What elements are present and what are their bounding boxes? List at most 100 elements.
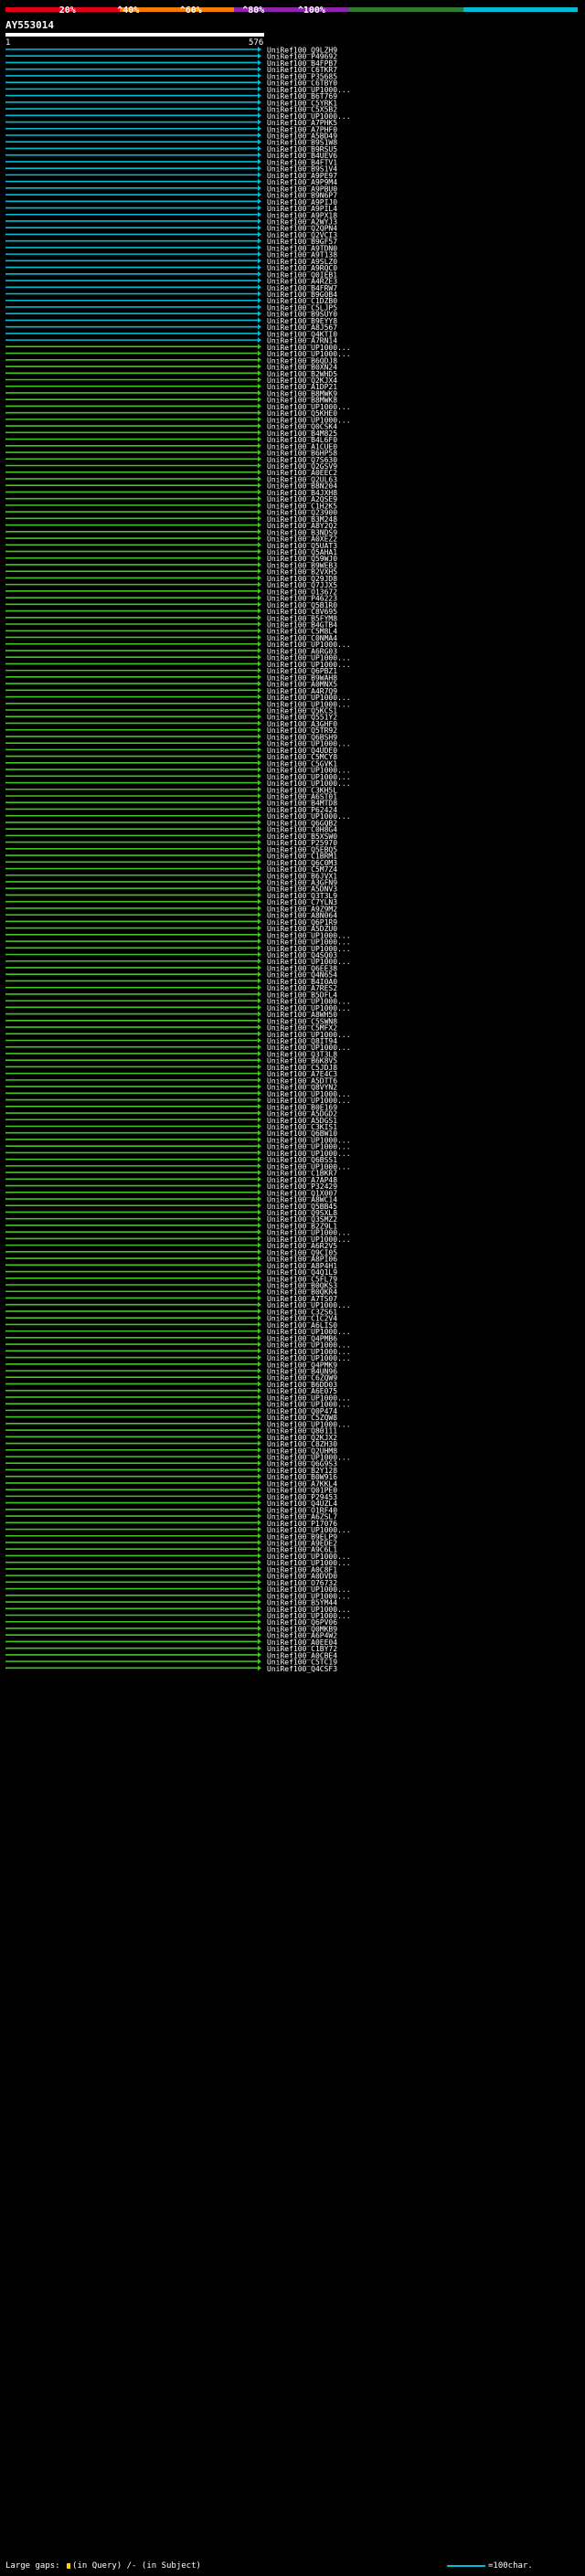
- hit-arrow: [258, 984, 261, 991]
- hit-arrow: [258, 1434, 261, 1440]
- hit-arrow: [258, 337, 261, 344]
- hit-arrow: [258, 383, 261, 389]
- hit-arrow: [258, 634, 261, 641]
- footer-legend: Large gaps: (in Query) /- (in Subject): [5, 2561, 201, 2571]
- hit-arrow: [258, 971, 261, 978]
- hit-arrow: [258, 581, 261, 588]
- hit-arrow: [258, 707, 261, 713]
- hit-arrow: [258, 462, 261, 469]
- hit-arrow: [258, 1209, 261, 1215]
- hit-arrow: [258, 1050, 261, 1056]
- hit-arrow: [258, 436, 261, 442]
- alignment-plot: UniRef100_Q9LZH9UniRef100_P49692UniRef10…: [5, 47, 351, 1673]
- hit-arrow: [258, 759, 261, 766]
- hit-label[interactable]: UniRef100_Q4CSF3: [267, 1665, 337, 1673]
- hit-arrow: [258, 317, 261, 323]
- hit-arrow: [258, 753, 261, 759]
- hit-arrow: [258, 1044, 261, 1050]
- hit-arrow: [258, 621, 261, 628]
- hit-arrow: [258, 106, 261, 112]
- hit-arrow: [258, 225, 261, 231]
- hit-arrow: [258, 1097, 261, 1103]
- hit-arrow: [258, 409, 261, 416]
- hit-arrow: [258, 1659, 261, 1665]
- hit-arrow: [258, 568, 261, 575]
- hit-arrow: [258, 1084, 261, 1090]
- hit-arrow: [258, 853, 261, 859]
- hit-arrow: [258, 1394, 261, 1400]
- hit-arrow: [258, 806, 261, 812]
- hit-arrow: [258, 1182, 261, 1189]
- hit-arrow: [258, 747, 261, 753]
- hit-arrow: [258, 1308, 261, 1314]
- hit-arrow: [258, 1143, 261, 1150]
- hit-arrow: [258, 561, 261, 567]
- hit-arrow: [258, 495, 261, 502]
- hit-arrow: [258, 258, 261, 264]
- hit-arrow: [258, 614, 261, 620]
- hit-arrow: [258, 786, 261, 792]
- hit-arrow: [258, 350, 261, 356]
- hit-arrow: [258, 714, 261, 720]
- hit-arrow: [258, 779, 261, 786]
- hit-arrow: [258, 667, 261, 673]
- hit-arrow: [258, 1401, 261, 1407]
- hit-arrow: [258, 892, 261, 898]
- hit-arrow: [258, 1493, 261, 1500]
- hit-arrow: [258, 528, 261, 535]
- hit-arrow: [258, 1559, 261, 1565]
- hit-arrow: [258, 694, 261, 700]
- hit-arrow: [258, 819, 261, 825]
- hit-arrow: [258, 588, 261, 594]
- hit-arrow: [258, 47, 261, 52]
- hit-arrow: [258, 178, 261, 185]
- hit-arrow: [258, 238, 261, 244]
- hit-arrow: [258, 1565, 261, 1572]
- hit-arrow: [258, 185, 261, 191]
- hit-arrow: [258, 1526, 261, 1532]
- hit-arrow: [258, 1037, 261, 1044]
- hit-arrow: [258, 601, 261, 608]
- footer-scale: =100char.: [447, 2561, 533, 2571]
- hit-arrow: [258, 172, 261, 178]
- hit-arrow: [258, 1592, 261, 1598]
- hit-arrow: [258, 1467, 261, 1473]
- hit-arrow: [258, 99, 261, 105]
- hit-arrow: [258, 1374, 261, 1381]
- hit-arrow: [258, 1612, 261, 1618]
- hit-arrow: [258, 198, 261, 205]
- hit-arrow: [258, 416, 261, 422]
- hit-arrow: [258, 1447, 261, 1453]
- hit-arrow: [258, 1341, 261, 1348]
- hit-arrow: [258, 403, 261, 409]
- hit-arrow: [258, 1282, 261, 1288]
- hit-arrow: [258, 681, 261, 687]
- hit-arrow: [258, 284, 261, 291]
- hit-arrow: [258, 700, 261, 706]
- hit-arrow: [258, 938, 261, 945]
- hit-arrow: [258, 119, 261, 125]
- hit-arrow: [258, 1585, 261, 1592]
- hit-arrow: [258, 158, 261, 164]
- hit-arrow: [258, 1229, 261, 1235]
- hit-arrow: [258, 1295, 261, 1301]
- hit-arrow: [258, 311, 261, 317]
- hit-arrow: [258, 132, 261, 138]
- hit-arrow: [258, 1110, 261, 1117]
- hit-arrow: [258, 1170, 261, 1176]
- hit-arrow: [258, 1090, 261, 1097]
- hit-arrow: [258, 918, 261, 925]
- hit-arrow: [258, 1222, 261, 1228]
- hit-arrow: [258, 1579, 261, 1585]
- hit-arrow: [258, 323, 261, 330]
- hit-arrow: [258, 53, 261, 59]
- hit-arrow: [258, 1076, 261, 1083]
- hit-arrow: [258, 1196, 261, 1203]
- hit-arrow: [258, 1539, 261, 1545]
- hit-arrow: [258, 1632, 261, 1638]
- hit-arrow: [258, 1070, 261, 1076]
- hit-arrow: [258, 344, 261, 350]
- hit-arrow: [258, 1315, 261, 1321]
- hit-arrow: [258, 1031, 261, 1037]
- hit-arrow: [258, 139, 261, 145]
